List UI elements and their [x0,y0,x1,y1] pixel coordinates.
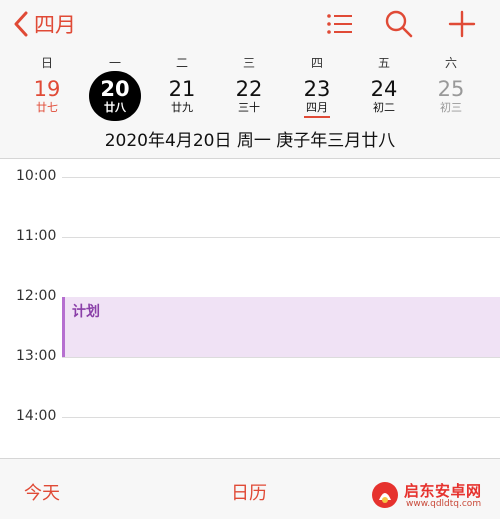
day-cell[interactable]: 25 初三 [425,71,477,121]
watermark: 启东安卓网 www.qdldtq.com [370,480,500,512]
hour-gridline [62,237,500,238]
calendar-event[interactable]: 计划 [62,297,500,357]
day-number: 23 [303,77,331,101]
weekday-label: 二 [175,56,188,70]
day-number: 24 [370,77,398,101]
day-cell-today[interactable]: 23 四月 [291,71,343,121]
day-cell[interactable]: 19 廿七 [21,71,73,121]
weekday-label: 三 [242,56,255,70]
hour-row: 14:00 [0,408,500,424]
watermark-text: 启东安卓网 [404,482,482,500]
hour-gridline [62,357,500,358]
day-lunar: 廿七 [36,101,58,114]
today-button[interactable]: 今天 [24,479,60,505]
back-button[interactable]: 四月 [12,8,76,40]
weekday-label: 五 [377,56,390,70]
day-number: 25 [437,77,465,101]
hour-row: 11:00 [0,228,500,244]
chevron-left-icon [14,11,28,37]
list-view-button[interactable] [323,8,355,40]
day-lunar: 廿九 [171,101,193,114]
event-title: 计划 [72,304,100,320]
day-number: 20 [100,77,130,101]
day-cell[interactable]: 22 三十 [223,71,275,121]
weekday-label: 四 [310,56,323,70]
search-icon [385,10,413,38]
day-lunar: 初二 [373,101,395,114]
day-cell[interactable]: 24 初二 [358,71,410,121]
weekday-label: 一 [108,56,121,70]
list-icon [327,14,352,34]
hour-gridline [62,417,500,418]
hour-label: 13:00 [16,348,57,364]
weekday-label: 日 [40,56,53,70]
week-strip: 日 19 廿七 一 20 廿八 二 21 廿九 三 22 三十 四 23 四月 [0,50,500,159]
day-cell[interactable]: 21 廿九 [156,71,208,121]
day-cell-selected[interactable]: 20 廿八 [89,71,141,121]
watermark-url: www.qdldtq.com [406,499,482,509]
day-lunar: 三十 [238,101,260,114]
day-lunar: 初三 [440,101,462,114]
hour-label: 12:00 [16,288,57,304]
hour-label: 10:00 [16,168,57,184]
calendars-button[interactable]: 日历 [231,479,267,505]
hour-row: 13:00 [0,348,500,364]
add-event-button[interactable] [446,8,478,40]
day-number: 19 [33,77,61,101]
hour-gridline [62,177,500,178]
day-number: 21 [168,77,196,101]
back-label: 四月 [34,13,76,37]
day-lunar: 廿八 [104,101,126,114]
day-lunar: 四月 [304,101,330,118]
hour-label: 11:00 [16,228,57,244]
search-button[interactable] [383,8,415,40]
weekday-label: 六 [444,56,457,70]
day-timeline[interactable]: 10:00 11:00 12:00 13:00 14:00 计划 [0,159,500,458]
hour-row: 10:00 [0,168,500,184]
hour-label: 14:00 [16,408,57,424]
watermark-logo-icon [372,482,398,508]
day-number: 22 [235,77,263,101]
top-bar: 四月 [0,0,500,50]
add-icon [448,10,476,38]
selected-date-line: 2020年4月20日 周一 庚子年三月廿八 [104,131,396,151]
